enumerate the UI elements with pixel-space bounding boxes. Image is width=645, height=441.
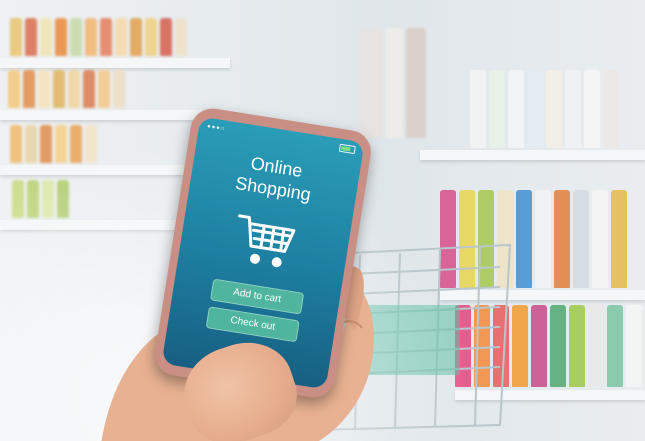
store-background: ●●●○ Online Shopping Add to cart Check o…	[0, 0, 645, 441]
signal-icon: ●●●○	[206, 123, 226, 133]
battery-icon	[338, 143, 356, 155]
shopping-cart-icon	[228, 205, 303, 275]
